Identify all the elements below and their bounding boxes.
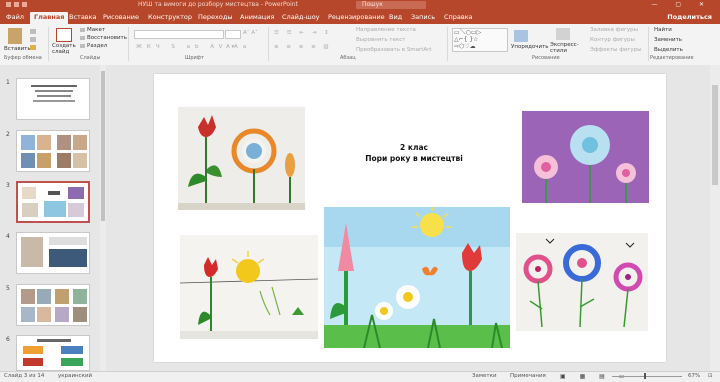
divider xyxy=(268,27,269,61)
paste-icon[interactable] xyxy=(8,28,22,44)
search-box[interactable]: Пошук xyxy=(356,1,426,9)
text-direction-button[interactable]: Направление текста xyxy=(356,27,416,33)
quick-styles-icon[interactable] xyxy=(556,28,570,40)
tab-animations[interactable]: Анимация xyxy=(240,13,274,21)
slide-canvas: 2 клас Пори року в мистецтві xyxy=(106,65,720,371)
tab-file[interactable]: Файл xyxy=(6,13,24,21)
shapes-icons: ▭＼○▭▷ △⌐{ }☆ ⇨⬡♡☁ xyxy=(454,29,482,50)
replace-button[interactable]: Заменить xyxy=(654,37,682,43)
tab-insert[interactable]: Вставка xyxy=(69,13,97,21)
section-button[interactable]: Раздел xyxy=(87,43,107,49)
shape-fill-button[interactable]: Заливка фигуры xyxy=(590,27,638,33)
divider xyxy=(648,27,649,61)
group-label-paragraph: Абзац xyxy=(340,55,356,61)
fit-slide-icon[interactable]: ⊡ xyxy=(708,373,713,379)
divider xyxy=(447,27,448,61)
new-slide-icon[interactable] xyxy=(56,28,72,42)
tab-design[interactable]: Конструктор xyxy=(148,13,192,21)
share-button[interactable]: Поделиться xyxy=(667,13,712,21)
slide-number: 6 xyxy=(6,336,10,343)
layout-button[interactable]: Макет xyxy=(87,27,105,33)
zoom-level[interactable]: 67% xyxy=(688,373,700,379)
slide-thumbnail-5[interactable] xyxy=(16,284,90,326)
children-drawing-sun-photo[interactable] xyxy=(180,235,318,339)
slide-thumbnail-6[interactable] xyxy=(16,335,90,371)
arrange-icon[interactable] xyxy=(514,30,528,42)
group-label-drawing: Рисование xyxy=(532,55,560,61)
slide-title-line1: 2 клас xyxy=(400,143,428,152)
copy-icon[interactable] xyxy=(30,37,36,42)
shape-effects-button[interactable]: Эффекты фигуры xyxy=(590,47,642,53)
slide-number: 2 xyxy=(6,131,10,138)
shape-outline-button[interactable]: Контур фигуры xyxy=(590,37,635,43)
slide-title-line2: Пори року в мистецтві xyxy=(365,154,463,163)
children-drawing-tulip-photo[interactable] xyxy=(178,107,305,210)
slide-counter: Слайд 3 из 14 xyxy=(4,373,45,379)
font-color-icon[interactable]: A ▾ xyxy=(226,44,234,50)
status-bar: Слайд 3 из 14 украинский Заметки Примеча… xyxy=(0,371,720,382)
language-indicator[interactable]: украинский xyxy=(58,373,92,379)
font-size-select[interactable] xyxy=(225,30,241,39)
divider xyxy=(128,27,129,61)
align-text-button[interactable]: Выровнять текст xyxy=(356,37,405,43)
smartart-button[interactable]: Преобразовать в SmartArt xyxy=(356,47,432,53)
zoom-slider[interactable] xyxy=(612,376,682,377)
tab-slideshow[interactable]: Слайд-шоу xyxy=(282,13,320,21)
reset-icon xyxy=(80,36,85,40)
tab-draw[interactable]: Рисование xyxy=(103,13,139,21)
align-buttons[interactable]: ≡ ≡ ≡ ≡ ▥ xyxy=(274,44,332,50)
reset-button[interactable]: Восстановить xyxy=(87,35,127,41)
current-slide[interactable]: 2 клас Пори року в мистецтві xyxy=(154,74,666,362)
format-painter-icon[interactable] xyxy=(30,45,36,50)
window-title: НУШ та вимоги до розбору мистецтва - Pow… xyxy=(138,1,298,8)
quick-access-toolbar[interactable] xyxy=(6,2,36,8)
cut-icon[interactable] xyxy=(30,29,36,34)
paste-button[interactable]: Вставить xyxy=(4,46,31,52)
new-slide-button[interactable]: Создать слайд xyxy=(52,43,78,55)
tab-review[interactable]: Рецензирование xyxy=(328,13,385,21)
notes-button[interactable]: Заметки xyxy=(472,373,497,379)
slide-thumbnail-2[interactable] xyxy=(16,130,90,172)
window-controls[interactable]: — ▢ ✕ xyxy=(651,1,712,8)
tab-help[interactable]: Справка xyxy=(444,13,473,21)
slide-number: 5 xyxy=(6,285,10,292)
title-bar: НУШ та вимоги до розбору мистецтва - Pow… xyxy=(0,0,720,11)
list-buttons[interactable]: ☰ ☰ ⇤ ⇥ ↕ xyxy=(274,30,332,36)
grow-font-icon[interactable]: A˄ A˅ xyxy=(243,30,258,36)
slide-thumbnail-4[interactable] xyxy=(16,232,90,274)
slide-number: 3 xyxy=(6,182,10,189)
ribbon-tabs: Файл Главная Вставка Рисование Конструкт… xyxy=(0,11,720,25)
slide-number: 1 xyxy=(6,79,10,86)
layout-icon xyxy=(80,28,85,32)
slide-number: 4 xyxy=(6,233,10,240)
slide-thumbnail-1[interactable] xyxy=(16,78,90,120)
group-label-editing: Редактирование xyxy=(650,55,694,61)
group-label-slides: Слайды xyxy=(80,55,101,61)
group-label-font: Шрифт xyxy=(185,55,204,61)
quick-styles-button[interactable]: Экспресс-стили xyxy=(550,42,584,54)
slide-title[interactable]: 2 клас Пори року в мистецтві xyxy=(364,142,464,164)
section-icon xyxy=(80,44,85,48)
font-family-select[interactable] xyxy=(134,30,224,39)
children-drawing-asters-photo[interactable] xyxy=(516,233,648,331)
slide-thumbnails-pane[interactable]: 1 2 3 4 5 6 xyxy=(0,65,100,371)
children-drawing-purple-photo[interactable] xyxy=(522,111,649,203)
arrange-button[interactable]: Упорядочить xyxy=(511,44,549,50)
slide-thumbnail-3[interactable] xyxy=(16,181,90,223)
find-button[interactable]: Найти xyxy=(654,27,672,33)
tab-view[interactable]: Вид xyxy=(389,13,402,21)
ribbon: Вставить Буфер обмена Создать слайд Маке… xyxy=(0,24,720,66)
tab-record[interactable]: Запись xyxy=(411,13,435,21)
zoom-slider-handle[interactable] xyxy=(644,373,646,379)
group-label-clipboard: Буфер обмена xyxy=(4,55,42,61)
comments-button[interactable]: Примечания xyxy=(510,373,546,379)
tab-transitions[interactable]: Переходы xyxy=(198,13,232,21)
divider xyxy=(48,27,49,61)
select-button[interactable]: Выделить xyxy=(654,47,683,53)
children-drawing-spring-photo[interactable] xyxy=(324,207,510,348)
canvas-scrollbar[interactable] xyxy=(710,65,720,371)
